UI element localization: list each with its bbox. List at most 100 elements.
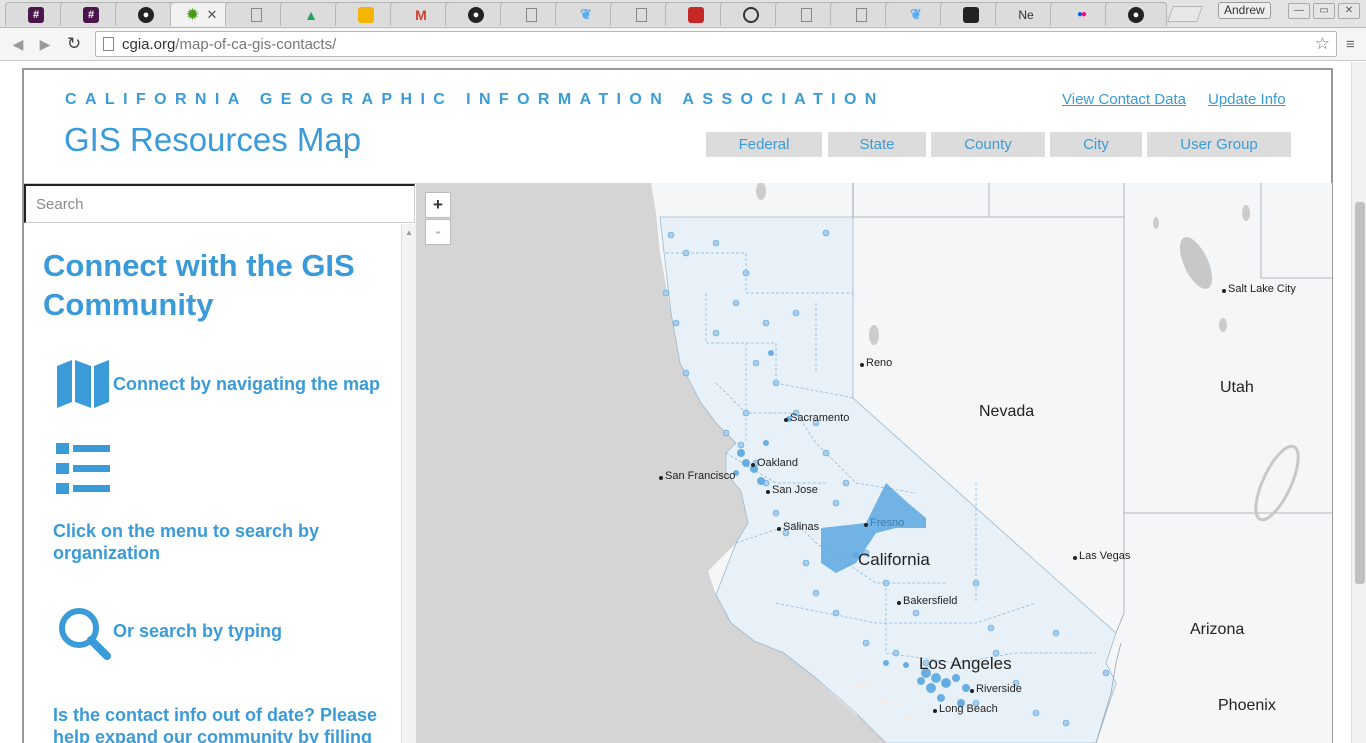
tab-active[interactable]: ✹ ✕ [170, 2, 232, 26]
tab-page-5[interactable] [830, 2, 892, 26]
tab-twitter-1[interactable]: ❦ [555, 2, 617, 26]
label-las-vegas: Las Vegas [1072, 550, 1131, 562]
sidebar-heading: Connect with the GIS Community [43, 248, 355, 322]
filter-state-button[interactable]: State [828, 132, 926, 157]
tab-slack-1[interactable]: # [5, 2, 67, 26]
scroll-up-icon[interactable]: ▲ [405, 228, 413, 237]
map-view[interactable]: + - Salt Lake City Reno Utah Nevada Sacr… [416, 183, 1332, 743]
twitter-icon: ❦ [910, 6, 922, 22]
update-info-link[interactable]: Update Info [1208, 91, 1286, 108]
tab-page-2[interactable] [500, 2, 562, 26]
scrollbar-thumb[interactable] [1355, 202, 1365, 584]
label-arizona: Arizona [1190, 621, 1245, 638]
search-input[interactable] [24, 184, 415, 223]
magnifier-icon [59, 608, 111, 660]
page-icon [635, 7, 647, 22]
tab-gmail[interactable]: M [390, 2, 452, 26]
label-salinas: Salinas [776, 521, 820, 533]
slack-icon: # [83, 6, 99, 23]
github-icon: ● [138, 6, 154, 23]
filter-county-button[interactable]: County [931, 132, 1045, 157]
label-reno: Reno [859, 357, 893, 369]
page-icon [800, 7, 812, 22]
page-icon [855, 7, 867, 22]
label-oakland: Oakland [751, 457, 798, 469]
sidebar-scrollbar[interactable]: ▲ [401, 224, 416, 743]
github-icon: ● [1128, 6, 1144, 23]
tab-drive[interactable]: ▲ [280, 2, 342, 26]
update-contact-text[interactable]: Is the contact info out of date? Please … [53, 704, 383, 743]
tab-dark[interactable] [940, 2, 1002, 26]
zoom-out-button[interactable]: - [425, 219, 451, 245]
minimize-button[interactable]: — [1288, 3, 1310, 19]
tab-circle-logo[interactable] [720, 2, 782, 26]
tab-github-1[interactable]: ● [115, 2, 177, 26]
page-icon [250, 7, 262, 22]
tab-twitter-2[interactable]: ❦ [885, 2, 947, 26]
red-badge-icon [688, 6, 704, 23]
slack-icon: # [28, 6, 44, 23]
sidebar-content: Connect with the GIS Community Connect b… [24, 224, 401, 743]
github-icon: ● [468, 6, 484, 23]
search-typing-text[interactable]: Or search by typing [113, 621, 282, 642]
page-icon [525, 7, 537, 22]
tab-slides[interactable] [335, 2, 397, 26]
browser-toolbar: ◀ ▶ ↻ cgia.org/map-of-ca-gis-contacts/ ☆… [0, 28, 1366, 61]
browser-tab-strip: # # ● ✹ ✕ ▲ M ● ❦ ❦ Ne ● ● ● Andrew — ▭ ✕ [0, 0, 1366, 28]
tab-github-2[interactable]: ● [445, 2, 507, 26]
tab-slack-2[interactable]: # [60, 2, 122, 26]
label-fresno: Fresno [863, 517, 905, 529]
filter-user-group-button[interactable]: User Group [1147, 132, 1291, 157]
zoom-in-button[interactable]: + [425, 192, 451, 218]
gmail-icon: M [415, 6, 427, 23]
label-san-jose: San Jose [766, 484, 818, 496]
close-icon[interactable]: ✕ [207, 7, 218, 23]
page-info-icon [103, 37, 114, 51]
bookmark-star-icon[interactable]: ☆ [1315, 34, 1330, 54]
flickr-icon: ● ● [1076, 9, 1087, 20]
tab-page-1[interactable] [225, 2, 287, 26]
green-gear-icon: ✹ [186, 6, 199, 22]
menu-search-text[interactable]: Click on the menu to search by organizat… [53, 520, 353, 564]
maximize-button[interactable]: ▭ [1313, 3, 1335, 19]
page-scrollbar[interactable] [1351, 62, 1366, 743]
dark-square-icon [963, 6, 979, 23]
label-bakersfield: Bakersfield [896, 595, 958, 607]
tab-label: Ne [1018, 7, 1034, 22]
tab-page-3[interactable] [610, 2, 672, 26]
browser-menu-icon[interactable]: ≡ [1346, 36, 1355, 53]
label-utah: Utah [1220, 379, 1254, 396]
list-icon [56, 443, 110, 494]
circle-logo-icon [743, 6, 759, 23]
label-riverside: Riverside [970, 683, 1022, 695]
url-text: cgia.org/map-of-ca-gis-contacts/ [122, 35, 337, 53]
back-arrow-icon[interactable]: ◀ [8, 35, 28, 53]
sidebar: Connect with the GIS Community Connect b… [24, 183, 416, 743]
twitter-icon: ❦ [580, 6, 592, 22]
page-viewport: CALIFORNIA GEOGRAPHIC INFORMATION ASSOCI… [0, 62, 1366, 743]
label-long-beach: Long Beach [933, 703, 998, 715]
address-bar[interactable]: cgia.org/map-of-ca-gis-contacts/ ☆ [95, 31, 1337, 57]
window-close-button[interactable]: ✕ [1338, 3, 1360, 19]
slides-icon [358, 6, 374, 23]
forward-arrow-icon[interactable]: ▶ [35, 35, 55, 53]
tab-ne[interactable]: Ne [995, 2, 1057, 26]
label-san-francisco: San Francisco [658, 470, 736, 482]
tab-github-3[interactable]: ● [1105, 2, 1167, 26]
navigate-map-text[interactable]: Connect by navigating the map [113, 374, 380, 395]
reload-icon[interactable]: ↻ [64, 35, 84, 53]
label-salt-lake-city: Salt Lake City [1222, 283, 1296, 295]
tab-flickr[interactable]: ● ● [1050, 2, 1112, 26]
tab-page-4[interactable] [775, 2, 837, 26]
filter-city-button[interactable]: City [1050, 132, 1142, 157]
label-los-angeles: Los Angeles [919, 654, 1012, 673]
org-name: CALIFORNIA GEOGRAPHIC INFORMATION ASSOCI… [65, 91, 885, 108]
filter-federal-button[interactable]: Federal [706, 132, 822, 157]
map-icon [57, 360, 109, 408]
drive-icon: ▲ [304, 6, 318, 23]
tab-red-badge[interactable] [665, 2, 727, 26]
profile-button[interactable]: Andrew [1218, 2, 1271, 19]
new-tab-button[interactable] [1167, 6, 1203, 22]
view-contact-data-link[interactable]: View Contact Data [1062, 91, 1186, 108]
page-title: GIS Resources Map [64, 121, 362, 158]
